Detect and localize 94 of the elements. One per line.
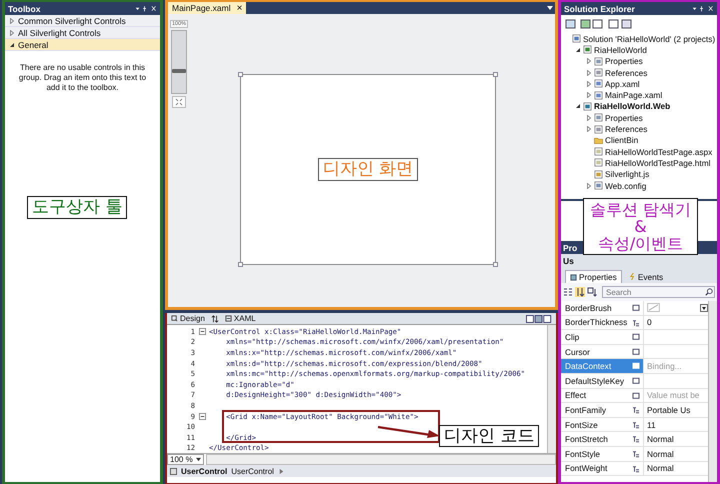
property-name[interactable]: BorderThickness bbox=[561, 316, 629, 330]
properties-tab[interactable]: Events bbox=[624, 270, 668, 283]
scrollbar[interactable] bbox=[708, 301, 717, 482]
toolbox-group[interactable]: All Silverlight Controls bbox=[5, 27, 160, 39]
tree-item[interactable]: App.xaml bbox=[605, 78, 640, 89]
window-controls-icon[interactable] bbox=[692, 5, 714, 12]
folder-icon bbox=[594, 136, 603, 145]
collapsed-arrow-icon[interactable] bbox=[586, 182, 592, 188]
search-icon bbox=[705, 288, 713, 296]
annotation-label: 디자인 코드 bbox=[439, 425, 540, 447]
property-name[interactable]: DefaultStyleKey bbox=[561, 374, 629, 388]
property-name[interactable]: FontStyle bbox=[561, 446, 629, 461]
property-value[interactable]: 0 bbox=[647, 317, 652, 328]
search-field[interactable]: Search bbox=[602, 286, 715, 298]
tree-item[interactable]: RiaHelloWorld bbox=[594, 44, 647, 55]
tree-item[interactable]: RiaHelloWorld.Web bbox=[594, 101, 670, 112]
property-name[interactable]: BorderBrush bbox=[561, 301, 629, 315]
scrollbar[interactable] bbox=[547, 325, 556, 454]
collapsed-arrow-icon[interactable] bbox=[586, 58, 592, 64]
property-value[interactable]: 11 bbox=[647, 420, 656, 430]
property-name[interactable]: FontStretch bbox=[561, 432, 629, 446]
tree-item[interactable]: References bbox=[605, 124, 648, 134]
collapsed-arrow-icon[interactable] bbox=[586, 92, 592, 98]
resize-handle[interactable] bbox=[493, 262, 498, 267]
tree-item[interactable]: Properties bbox=[605, 112, 643, 123]
collapsed-arrow-icon[interactable] bbox=[586, 70, 592, 76]
breadcrumb-item[interactable]: UserControl bbox=[231, 466, 274, 476]
dropdown-icon[interactable] bbox=[700, 304, 708, 312]
property-name[interactable]: FontFamily bbox=[561, 403, 629, 417]
element-icon bbox=[170, 468, 177, 475]
property-value[interactable]: Normal bbox=[647, 434, 674, 444]
resize-handle[interactable] bbox=[493, 72, 498, 77]
object-property-icon[interactable] bbox=[629, 359, 643, 373]
panel-title: Solution Explorer bbox=[564, 4, 635, 14]
dropdown-icon[interactable] bbox=[547, 5, 553, 11]
expanded-arrow-icon[interactable] bbox=[9, 42, 15, 48]
scrollbar[interactable] bbox=[206, 454, 556, 466]
pointer-arrow bbox=[377, 425, 441, 439]
tree-item[interactable]: Properties bbox=[605, 56, 643, 66]
lightning-icon bbox=[628, 273, 636, 280]
dropdown-icon[interactable] bbox=[196, 457, 201, 462]
tree-item[interactable]: Silverlight.js bbox=[605, 169, 650, 180]
toolbox-group[interactable]: General bbox=[5, 39, 160, 51]
tree-item[interactable]: References bbox=[605, 68, 648, 78]
design-view-icon bbox=[171, 315, 178, 322]
tree-item[interactable]: RiaHelloWorldTestPage.aspx bbox=[605, 146, 712, 157]
resize-handle[interactable] bbox=[238, 72, 243, 77]
property-value[interactable]: Portable Us bbox=[647, 404, 690, 415]
property-name[interactable]: DataContext bbox=[561, 359, 629, 373]
split-view-icon[interactable] bbox=[526, 314, 552, 322]
annotation-label: 디자인 화면 bbox=[318, 158, 418, 181]
sort-icon[interactable] bbox=[587, 287, 597, 297]
chevron-icon[interactable] bbox=[278, 468, 285, 475]
collapsed-arrow-icon[interactable] bbox=[586, 114, 592, 121]
design-tab[interactable]: Design bbox=[171, 314, 205, 323]
categorized-icon[interactable] bbox=[563, 287, 573, 297]
collapsed-arrow-icon[interactable] bbox=[586, 80, 592, 87]
window-controls-icon[interactable] bbox=[135, 5, 157, 12]
zoom-slider[interactable] bbox=[171, 30, 187, 94]
property-name[interactable]: Cursor bbox=[561, 344, 629, 358]
collapse-icon bbox=[224, 315, 232, 322]
sort-icon[interactable] bbox=[575, 287, 585, 297]
xaml-tab[interactable]: XAML bbox=[224, 314, 256, 323]
tree-item[interactable]: RiaHelloWorldTestPage.html bbox=[605, 158, 710, 168]
expanded-arrow-icon[interactable] bbox=[575, 46, 581, 53]
collapse-icon[interactable] bbox=[198, 412, 206, 420]
collapsed-arrow-icon[interactable] bbox=[586, 126, 592, 132]
tree-item[interactable]: Web.config bbox=[605, 180, 646, 190]
toolbox-group[interactable]: Common Silverlight Controls bbox=[5, 15, 160, 27]
tree-item[interactable]: MainPage.xaml bbox=[605, 90, 662, 100]
tree-item[interactable]: ClientBin bbox=[605, 135, 638, 146]
property-value[interactable]: Normal bbox=[647, 448, 674, 459]
resize-handle[interactable] bbox=[238, 262, 243, 267]
object-name: Us bbox=[563, 256, 574, 266]
document-tab[interactable]: MainPage.xaml × bbox=[168, 2, 246, 14]
property-value[interactable]: Normal bbox=[647, 463, 674, 474]
annotation-label: 도구상자 툴 bbox=[27, 196, 128, 219]
properties-tab[interactable]: Properties bbox=[565, 270, 622, 283]
annotation-label: 솔루션 탐색기 & 속성/이벤트 bbox=[583, 198, 698, 255]
breadcrumb-item[interactable]: UserControl bbox=[181, 466, 228, 476]
panel-title: Toolbox bbox=[8, 4, 40, 14]
fit-icon[interactable] bbox=[172, 96, 186, 108]
property-name[interactable]: Clip bbox=[561, 330, 629, 344]
tree-item[interactable]: Solution 'RiaHelloWorld' (2 projects) bbox=[583, 34, 716, 44]
empty-message: There are no usable controls in this group. Drag an item onto this text to add it to the toolbox. bbox=[18, 63, 148, 93]
property-name[interactable]: FontWeight bbox=[561, 462, 629, 476]
zoom-dropdown[interactable]: 100 % bbox=[167, 454, 204, 466]
property-name[interactable]: FontSize bbox=[561, 418, 629, 432]
expanded-arrow-icon[interactable] bbox=[575, 103, 581, 110]
property-name[interactable]: Effect bbox=[561, 388, 629, 402]
brush-swatch-icon[interactable] bbox=[647, 303, 660, 312]
panel-title: Pro bbox=[563, 242, 578, 252]
swap-icon[interactable] bbox=[210, 314, 219, 322]
collapse-icon[interactable] bbox=[198, 328, 206, 335]
